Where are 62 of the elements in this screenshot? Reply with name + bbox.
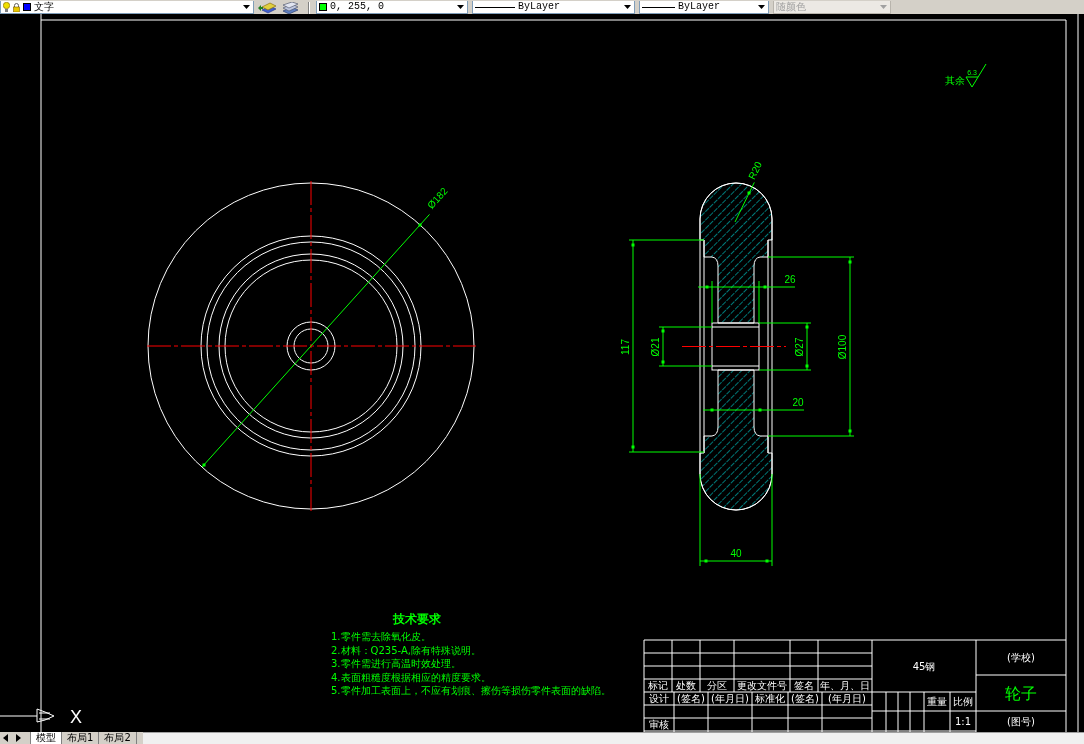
weight-label: 重量 (927, 696, 947, 707)
linetype-dropdown[interactable]: ByLayer (472, 1, 635, 14)
lightbulb-icon (3, 2, 10, 12)
dimension-text: Ø100 (836, 334, 848, 360)
line-sample-icon (475, 5, 515, 9)
layer-dropdown[interactable]: 文字 (0, 1, 254, 14)
extension-line (758, 369, 812, 371)
requirement-item: 2.材料：Q235-A,除有特殊说明。 (331, 644, 481, 656)
color-swatch-icon (319, 3, 327, 11)
scale-label: 比例 (953, 696, 973, 707)
scale-value: 1:1 (954, 715, 972, 727)
part-name: 轮子 (1005, 683, 1037, 703)
caret-icon (880, 5, 887, 9)
extension-line (711, 280, 713, 324)
material-text: 45钢 (912, 660, 936, 672)
layer-stack-icon[interactable] (258, 2, 277, 14)
drawing-number-label: (图号) (1007, 715, 1035, 727)
signature-label: (签名) (677, 693, 705, 704)
dimension-text: Ø27 (793, 337, 805, 357)
caret-icon (243, 5, 250, 9)
revision-header: 签名 (794, 680, 814, 691)
review-label: 审核 (649, 719, 669, 730)
signature-label: 设计 (649, 693, 669, 704)
requirement-item: 3.零件需进行高温时效处理。 (331, 658, 461, 669)
signature-label: (年月日) (711, 693, 749, 704)
revision-header: 标记 (648, 680, 668, 691)
dimension-text: Ø21 (649, 337, 661, 357)
revision-header: 分区 (707, 680, 727, 691)
signature-label: (年月日) (828, 693, 866, 704)
lock-icon (13, 2, 20, 12)
line-sample-icon (642, 5, 675, 9)
color-dropdown[interactable]: 0, 255, 0 (316, 1, 468, 14)
requirement-item: 1.零件需去除氧化皮。 (331, 631, 431, 642)
dimension-text: 26 (784, 274, 796, 285)
signature-label: 标准化 (755, 693, 785, 704)
revision-header: 处数 (676, 680, 696, 691)
signature-label: (签名) (791, 693, 819, 704)
caret-icon (758, 5, 765, 9)
layer-stack-icon[interactable] (281, 2, 300, 14)
axis-label: X (70, 707, 82, 727)
leader-line (734, 181, 755, 223)
layer-color-swatch-icon (23, 3, 31, 11)
requirement-item: 4.表面粗糙度根据相应的精度要求。 (331, 671, 491, 683)
dimension-text: 117 (619, 339, 631, 355)
horizontal-scrollbar[interactable] (142, 732, 1084, 744)
revision-header: 更改文件号 (737, 680, 787, 691)
dimension-text: R20 (746, 159, 765, 182)
caret-icon (624, 5, 631, 9)
dimension-line (805, 322, 809, 371)
caret-icon (457, 5, 464, 9)
extension-line (658, 365, 713, 367)
surface-finish-note: 其余 (945, 75, 965, 86)
extension-line (658, 326, 713, 328)
dimension-line (661, 326, 665, 367)
revision-header: 年、月、日 (820, 680, 870, 691)
layout-tab[interactable]: 模型 (30, 732, 62, 744)
lineweight-dropdown[interactable]: ByLayer (639, 1, 769, 14)
school-label: (学校) (1007, 652, 1035, 663)
dimension-text: 40 (730, 548, 742, 559)
requirements-title: 技术要求 (393, 612, 441, 626)
dimension-text: 20 (792, 397, 804, 408)
requirement-item: 5.零件加工表面上，不应有划痕、擦伤等损伤零件表面的缺陷。 (331, 685, 611, 696)
